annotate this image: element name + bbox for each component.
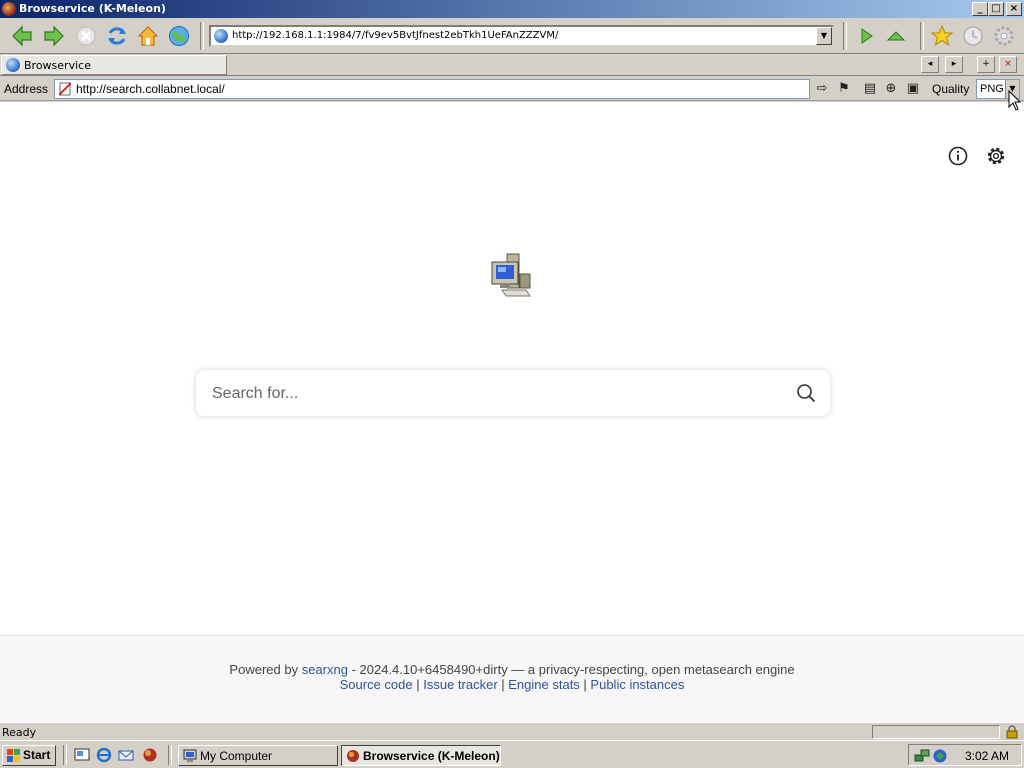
page-bookmark-icon[interactable]: ▤ (861, 80, 879, 98)
address-input[interactable]: http://search.collabnet.local/ (54, 79, 810, 99)
search-box[interactable] (196, 370, 830, 416)
page-footer: Powered by searxng - 2024.4.10+6458490+d… (0, 635, 1024, 723)
k-meleon-quicklaunch-icon[interactable] (142, 747, 158, 763)
globe-icon[interactable] (167, 24, 191, 48)
start-label: Start (23, 748, 51, 762)
link-separator: | (497, 677, 509, 692)
clipboard-icon[interactable]: ▣ (904, 80, 922, 98)
go-icon[interactable] (854, 24, 878, 48)
tab-back-icon[interactable]: ◂ (921, 56, 939, 73)
navigation-toolbar: http://192.168.1.1:1984/7/fv9ev5BvtJfnes… (0, 18, 1024, 54)
status-panel-main (0, 725, 870, 739)
address-bar-row: Address http://search.collabnet.local/ ⇨… (0, 77, 1024, 101)
up-icon[interactable] (884, 24, 908, 48)
tab-globe-icon (6, 58, 20, 72)
taskbar-item-label: Browservice (K-Meleon) (363, 749, 500, 763)
powered-by-text: Powered by (229, 662, 299, 677)
tab-strip: Browservice ◂ ▸ + × (0, 54, 1024, 76)
link-separator: | (579, 677, 591, 692)
outlook-express-icon[interactable] (118, 747, 134, 763)
forward-arrow-icon[interactable] (42, 24, 66, 48)
url-dropdown-chevron-down-icon[interactable]: ▼ (816, 27, 832, 45)
home-icon[interactable] (136, 24, 160, 48)
new-tab-icon[interactable]: + (977, 56, 995, 73)
searxng-link[interactable]: searxng (302, 662, 348, 677)
windows-flag-icon (7, 749, 20, 762)
source-code-link[interactable]: Source code (340, 677, 413, 692)
taskbar-separator (168, 745, 172, 765)
title-bar: Browservice (K-Meleon) _ □ × (0, 0, 1024, 18)
system-tray: 3:02 AM (908, 744, 1022, 766)
search-icon[interactable] (796, 383, 816, 403)
status-panel-progress (872, 725, 1000, 739)
toolbar-separator (843, 22, 847, 50)
my-computer-icon (183, 749, 197, 762)
reload-icon[interactable] (105, 24, 129, 48)
show-desktop-icon[interactable] (74, 747, 90, 763)
url-combobox[interactable]: http://192.168.1.1:1984/7/fv9ev5BvtJfnes… (209, 25, 834, 47)
settings-gear-icon[interactable] (992, 24, 1016, 48)
footer-line-1: Powered by searxng - 2024.4.10+6458490+d… (0, 662, 1024, 677)
taskbar: Start My Computer Browservice (K-Meleon)… (0, 740, 1024, 768)
clock: 3:02 AM (965, 749, 1010, 763)
close-tab-icon[interactable]: × (999, 56, 1017, 73)
preferences-gear-icon[interactable] (985, 145, 1007, 167)
back-arrow-icon[interactable] (10, 24, 34, 48)
version-text: - 2024.4.10+6458490+dirty — a privacy-re… (347, 662, 795, 677)
mouse-cursor-icon (1008, 90, 1022, 111)
engine-stats-link[interactable]: Engine stats (508, 677, 580, 692)
internet-explorer-icon[interactable] (96, 747, 112, 763)
k-meleon-app-icon[interactable] (2, 2, 16, 16)
url-text[interactable]: http://192.168.1.1:1984/7/fv9ev5BvtJfnes… (232, 30, 558, 41)
history-clock-icon[interactable] (961, 24, 985, 48)
tab-forward-icon[interactable]: ▸ (945, 56, 963, 73)
search-input[interactable] (210, 380, 784, 408)
taskbar-item-my-computer[interactable]: My Computer (178, 745, 338, 766)
start-button[interactable]: Start (2, 745, 56, 766)
taskbar-item-label: My Computer (200, 749, 273, 763)
stop-icon[interactable] (74, 24, 98, 48)
info-icon[interactable] (947, 145, 969, 167)
go-arrow-icon[interactable]: ⇨ (813, 80, 831, 98)
close-button[interactable]: × (1006, 2, 1022, 16)
status-bar: Ready (0, 722, 1024, 740)
window-title: Browservice (K-Meleon) (19, 2, 166, 15)
taskbar-item-browservice[interactable]: Browservice (K-Meleon) (341, 745, 501, 766)
quality-label: Quality (932, 82, 970, 96)
windows-update-tray-icon[interactable] (932, 748, 948, 764)
security-lock-icon[interactable] (1004, 725, 1020, 739)
searxng-logo-computer-icon (491, 253, 531, 297)
url-globe-icon (214, 29, 228, 43)
issue-tracker-link[interactable]: Issue tracker (423, 677, 497, 692)
address-label: Address (4, 82, 49, 96)
toolbar-separator (200, 22, 204, 50)
find-binoculars-icon[interactable]: ⊕ (882, 80, 900, 98)
bookmark-icon[interactable]: ⚑ (835, 80, 853, 98)
footer-links: Source code | Issue tracker | Engine sta… (0, 677, 1024, 692)
bookmark-star-icon[interactable] (930, 24, 954, 48)
quality-value: PNG (980, 83, 1004, 95)
toolbar-separator (920, 22, 924, 50)
tab-browservice[interactable]: Browservice (1, 55, 227, 75)
k-meleon-taskbar-icon (347, 750, 359, 762)
maximize-button[interactable]: □ (988, 2, 1004, 16)
link-separator: | (412, 677, 424, 692)
address-text[interactable]: http://search.collabnet.local/ (76, 82, 225, 96)
minimize-button[interactable]: _ (972, 2, 988, 16)
tab-label: Browservice (24, 59, 91, 72)
public-instances-link[interactable]: Public instances (590, 677, 684, 692)
insecure-page-icon (59, 82, 71, 96)
web-page: Powered by searxng - 2024.4.10+6458490+d… (0, 102, 1024, 723)
network-tray-icon[interactable] (914, 748, 930, 764)
taskbar-separator (63, 745, 67, 765)
